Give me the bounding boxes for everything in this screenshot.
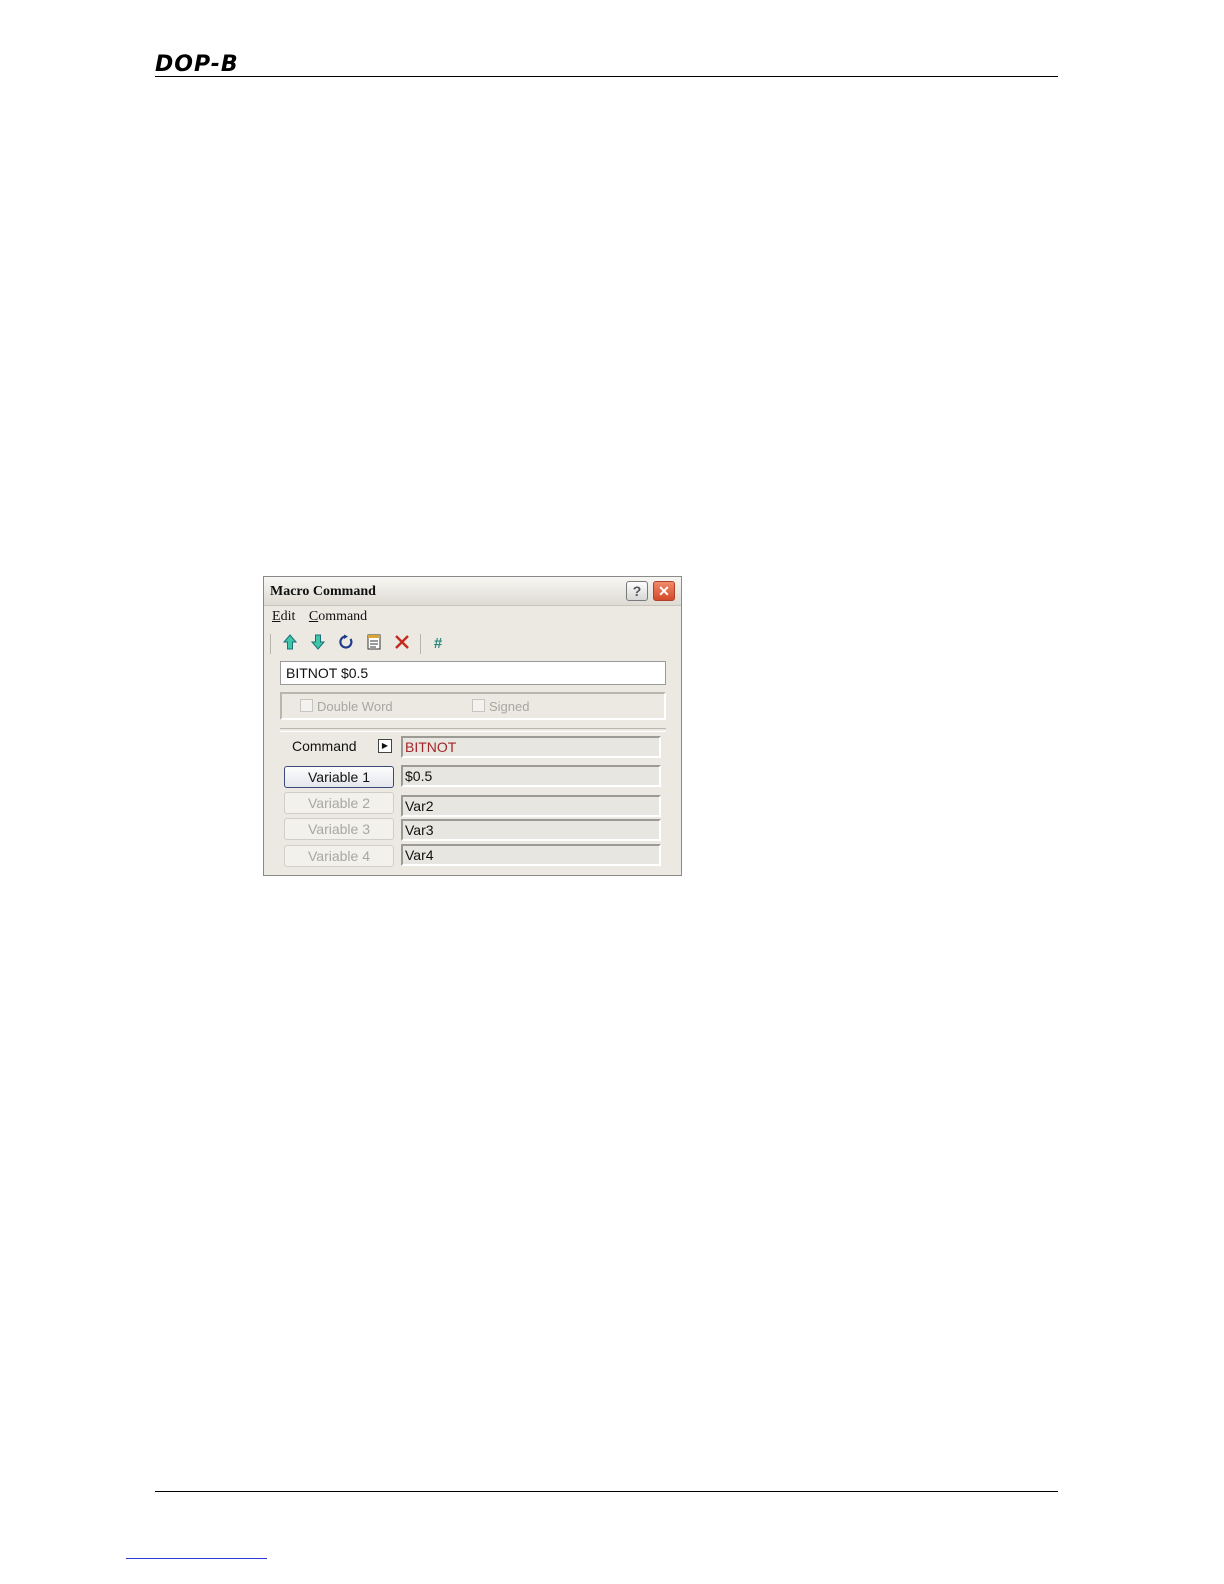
menu-bar: Edit Command — [272, 609, 377, 625]
command-line-input[interactable]: BITNOT $0.5 — [280, 661, 666, 685]
command-value-field: BITNOT — [401, 736, 661, 758]
variable-3-field: Var3 — [401, 819, 661, 841]
variable-1-button[interactable]: Variable 1 — [284, 766, 394, 788]
toolbar-separator — [270, 634, 271, 654]
signed-checkbox — [472, 699, 485, 712]
toolbar: # — [270, 632, 470, 656]
header-rule — [155, 76, 1058, 77]
hash-icon[interactable]: # — [428, 634, 448, 654]
options-group: Double Word Signed — [280, 692, 666, 720]
help-button[interactable]: ? — [626, 581, 648, 601]
menu-command[interactable]: Command — [309, 609, 367, 625]
variable-2-button: Variable 2 — [284, 792, 394, 814]
delete-icon[interactable] — [392, 634, 412, 654]
command-selector[interactable]: Command ▶ — [284, 736, 394, 758]
menu-edit[interactable]: Edit — [272, 609, 295, 625]
variable-2-field: Var2 — [401, 795, 661, 817]
title-bar: Macro Command ? ✕ — [264, 577, 681, 606]
variable-1-field: $0.5 — [401, 765, 661, 787]
move-up-icon[interactable] — [280, 634, 300, 654]
variable-4-field: Var4 — [401, 844, 661, 866]
toolbar-separator — [420, 634, 421, 654]
double-word-checkbox — [300, 699, 313, 712]
variable-3-button: Variable 3 — [284, 818, 394, 840]
macro-command-dialog: Macro Command ? ✕ Edit Command # BITNOT … — [263, 576, 682, 876]
play-icon[interactable]: ▶ — [378, 739, 392, 753]
move-down-icon[interactable] — [308, 634, 328, 654]
signed-option: Signed — [472, 699, 529, 714]
dop-b-logo: DOP-B — [155, 52, 239, 77]
double-word-option: Double Word — [300, 699, 393, 714]
double-word-label: Double Word — [317, 699, 393, 714]
signed-label: Signed — [489, 699, 530, 714]
footer-rule — [155, 1491, 1058, 1492]
variable-4-button: Variable 4 — [284, 845, 394, 867]
footer-link-underline — [126, 1558, 267, 1559]
section-divider — [280, 728, 666, 732]
refresh-icon[interactable] — [336, 634, 356, 654]
command-label: Command — [292, 738, 357, 754]
dialog-title: Macro Command — [270, 584, 376, 599]
close-button[interactable]: ✕ — [653, 581, 675, 601]
notepad-icon[interactable] — [364, 634, 384, 654]
